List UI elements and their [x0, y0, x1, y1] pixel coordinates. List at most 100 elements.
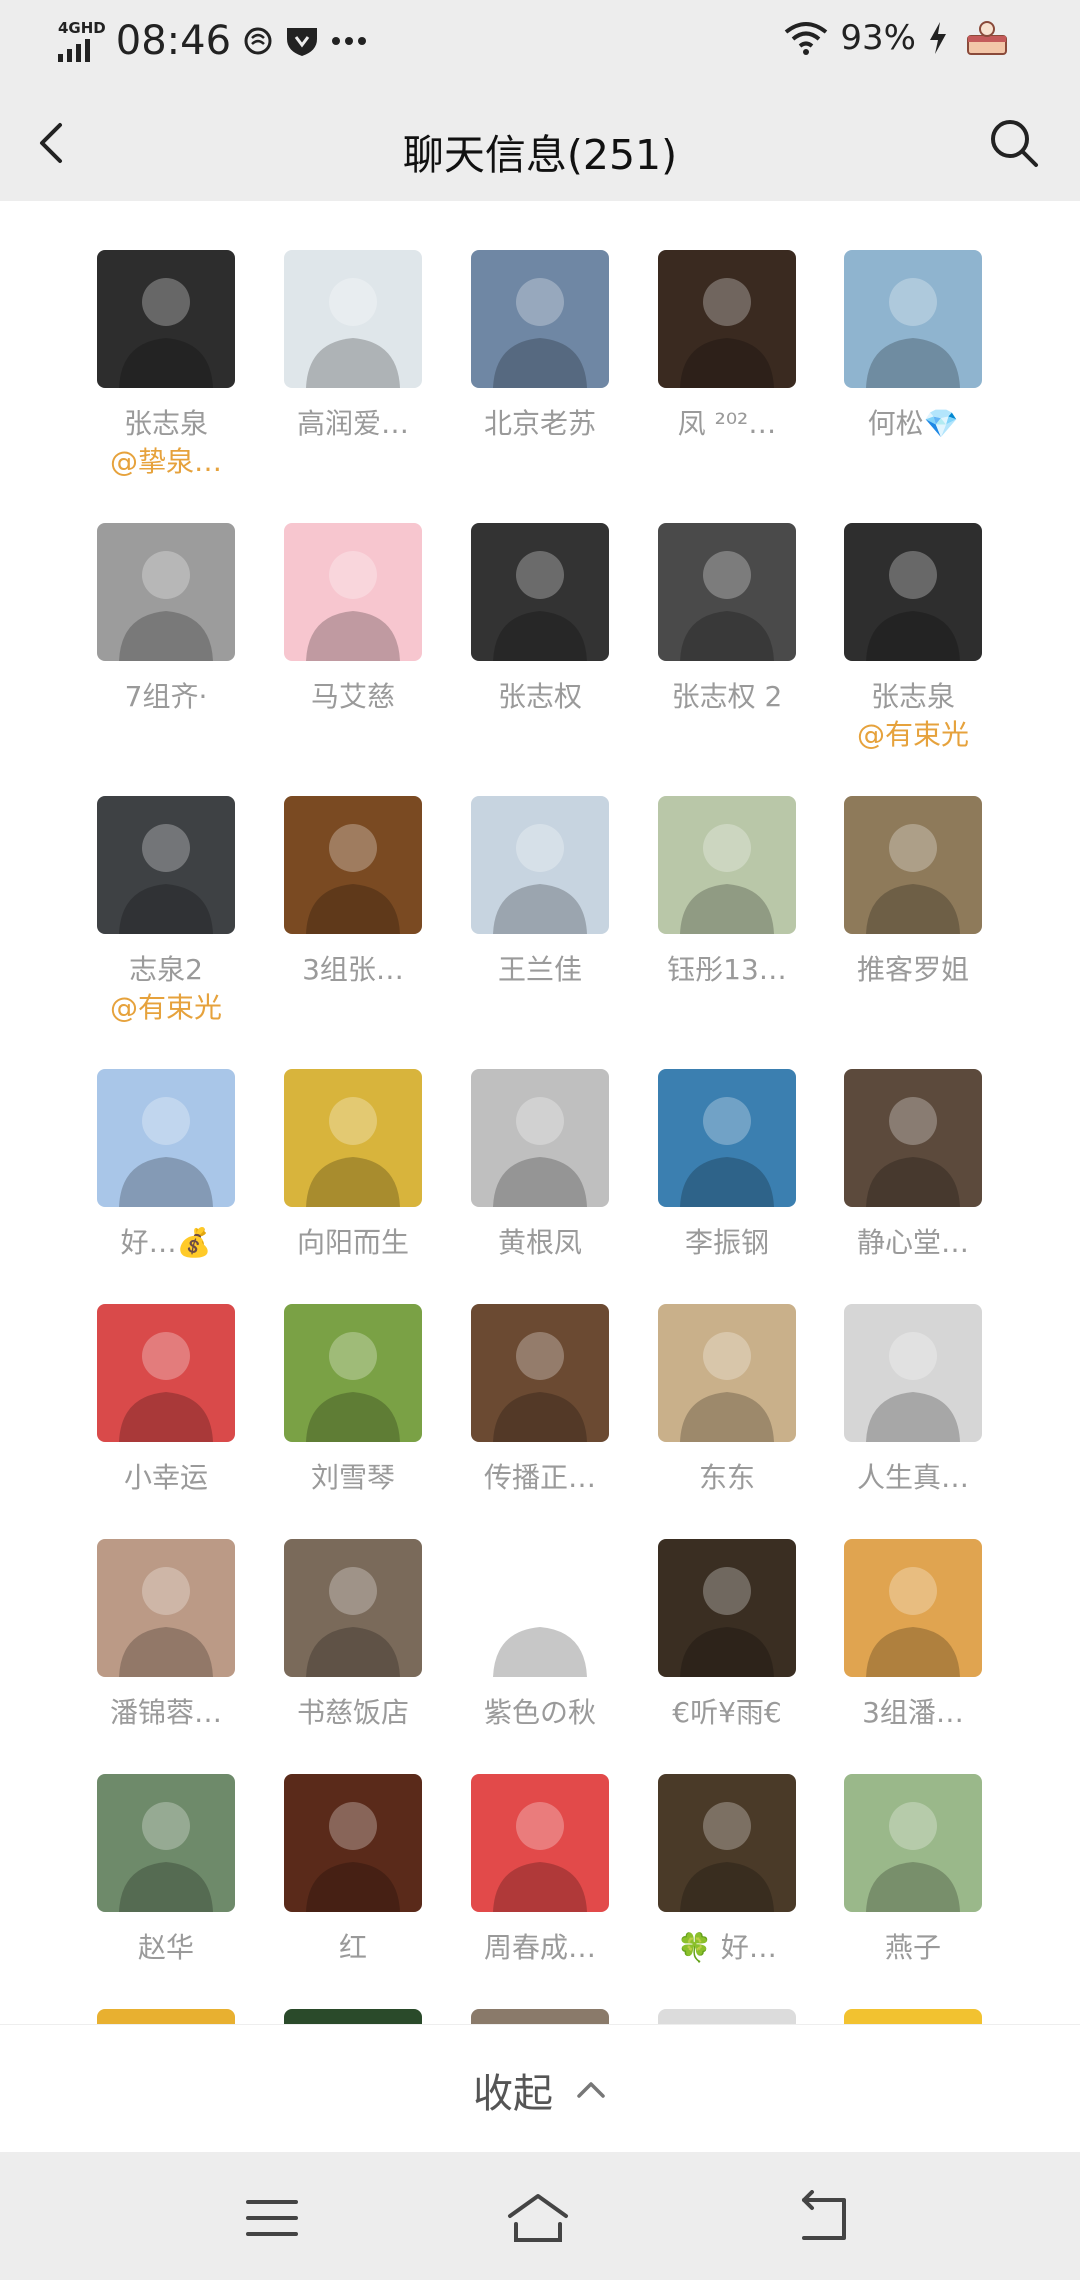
avatar[interactable]	[471, 1304, 609, 1442]
avatar[interactable]	[471, 523, 609, 661]
avatar[interactable]	[284, 2009, 422, 2024]
member-item[interactable]: 东东	[634, 1304, 820, 1564]
avatar[interactable]	[658, 1304, 796, 1442]
collapse-bar[interactable]: 收起	[0, 2024, 1080, 2153]
member-item[interactable]	[447, 2009, 633, 2024]
avatar[interactable]	[284, 1304, 422, 1442]
avatar[interactable]	[284, 250, 422, 388]
avatar[interactable]	[97, 1774, 235, 1912]
avatar[interactable]	[471, 1539, 609, 1677]
member-item[interactable]: 紫色の秋	[447, 1539, 633, 1799]
member-item[interactable]: 人生真…	[820, 1304, 1006, 1564]
avatar[interactable]	[844, 1774, 982, 1912]
avatar[interactable]	[658, 1069, 796, 1207]
search-icon[interactable]	[986, 115, 1042, 171]
home-icon[interactable]	[506, 2190, 570, 2246]
avatar[interactable]	[658, 523, 796, 661]
member-item[interactable]: 何松💎	[820, 250, 1006, 510]
member-item[interactable]: 🍀 好…	[634, 1774, 820, 2024]
member-item[interactable]: 7组齐·	[73, 523, 259, 783]
member-item[interactable]: 3组潘…	[820, 1539, 1006, 1799]
avatar[interactable]	[97, 2009, 235, 2024]
avatar[interactable]	[284, 796, 422, 934]
avatar[interactable]	[844, 1304, 982, 1442]
avatar[interactable]	[844, 796, 982, 934]
member-item[interactable]: 高润爱…	[260, 250, 446, 510]
avatar[interactable]	[97, 1539, 235, 1677]
menu-icon[interactable]	[240, 2190, 304, 2246]
member-item[interactable]	[73, 2009, 259, 2024]
member-item[interactable]: 张志泉 @挚泉…	[73, 250, 259, 510]
member-item[interactable]: 李振钢	[634, 1069, 820, 1329]
member-name: €听¥雨€	[672, 1696, 782, 1729]
avatar[interactable]	[471, 2009, 609, 2024]
member-name: 张志权 2	[671, 680, 783, 713]
member-item[interactable]: 好…💰	[73, 1069, 259, 1329]
member-item[interactable]	[260, 2009, 446, 2024]
person-photo-icon	[680, 278, 774, 388]
avatar[interactable]	[97, 523, 235, 661]
avatar[interactable]	[844, 250, 982, 388]
member-item[interactable]: 王兰佳	[447, 796, 633, 1056]
avatar[interactable]	[844, 2009, 982, 2024]
member-item[interactable]: 传播正…	[447, 1304, 633, 1564]
avatar[interactable]	[284, 1539, 422, 1677]
member-item[interactable]	[820, 2009, 1006, 2024]
member-name: 高润爱…	[296, 407, 409, 440]
avatar[interactable]	[844, 1069, 982, 1207]
avatar[interactable]	[844, 1539, 982, 1677]
collapse-button[interactable]: 收起	[0, 2061, 1080, 2119]
member-item[interactable]: 刘雪琴	[260, 1304, 446, 1564]
avatar[interactable]	[284, 1774, 422, 1912]
member-item[interactable]: 3组张…	[260, 796, 446, 1056]
member-name: 何松💎	[867, 407, 959, 440]
member-item[interactable]: €听¥雨€	[634, 1539, 820, 1799]
member-item[interactable]	[634, 2009, 820, 2024]
member-name: 东东	[698, 1461, 755, 1494]
person-photo-icon	[866, 551, 960, 661]
back-icon[interactable]	[790, 2190, 854, 2246]
avatar[interactable]	[471, 250, 609, 388]
person-photo-icon	[866, 1332, 960, 1442]
avatar[interactable]	[97, 1304, 235, 1442]
member-item[interactable]: 志泉2 @有束光	[73, 796, 259, 1056]
person-photo-icon	[119, 824, 213, 934]
avatar[interactable]	[471, 1069, 609, 1207]
avatar[interactable]	[97, 250, 235, 388]
person-photo-icon	[306, 551, 400, 661]
member-name: 志泉2	[129, 953, 203, 986]
avatar[interactable]	[284, 1069, 422, 1207]
member-item[interactable]: 钰彤13…	[634, 796, 820, 1056]
member-item[interactable]: 张志权	[447, 523, 633, 783]
member-item[interactable]: 推客罗姐	[820, 796, 1006, 1056]
member-item[interactable]: 红	[260, 1774, 446, 2024]
member-item[interactable]: 赵华	[73, 1774, 259, 2024]
avatar[interactable]	[658, 1539, 796, 1677]
member-item[interactable]: 向阳而生	[260, 1069, 446, 1329]
avatar[interactable]	[658, 1774, 796, 1912]
member-item[interactable]: 燕子	[820, 1774, 1006, 2024]
person-photo-icon	[680, 1332, 774, 1442]
avatar[interactable]	[658, 250, 796, 388]
member-item[interactable]: 静心堂…	[820, 1069, 1006, 1329]
member-item[interactable]: 北京老苏	[447, 250, 633, 510]
member-item[interactable]: 书慈饭店	[260, 1539, 446, 1799]
avatar[interactable]	[471, 796, 609, 934]
avatar[interactable]	[97, 1069, 235, 1207]
member-item[interactable]: 周春成…	[447, 1774, 633, 2024]
member-item[interactable]: 黄根凤	[447, 1069, 633, 1329]
avatar[interactable]	[844, 523, 982, 661]
member-item[interactable]: 张志权 2	[634, 523, 820, 783]
member-mention: @有束光	[856, 718, 969, 751]
member-name: 书慈饭店	[296, 1696, 409, 1729]
avatar[interactable]	[97, 796, 235, 934]
member-item[interactable]: 凤 ²⁰²…	[634, 250, 820, 510]
member-item[interactable]: 小幸运	[73, 1304, 259, 1564]
avatar[interactable]	[471, 1774, 609, 1912]
member-item[interactable]: 张志泉 @有束光	[820, 523, 1006, 783]
member-item[interactable]: 马艾慈	[260, 523, 446, 783]
avatar[interactable]	[658, 796, 796, 934]
avatar[interactable]	[658, 2009, 796, 2024]
avatar[interactable]	[284, 523, 422, 661]
member-item[interactable]: 潘锦蓉…	[73, 1539, 259, 1799]
